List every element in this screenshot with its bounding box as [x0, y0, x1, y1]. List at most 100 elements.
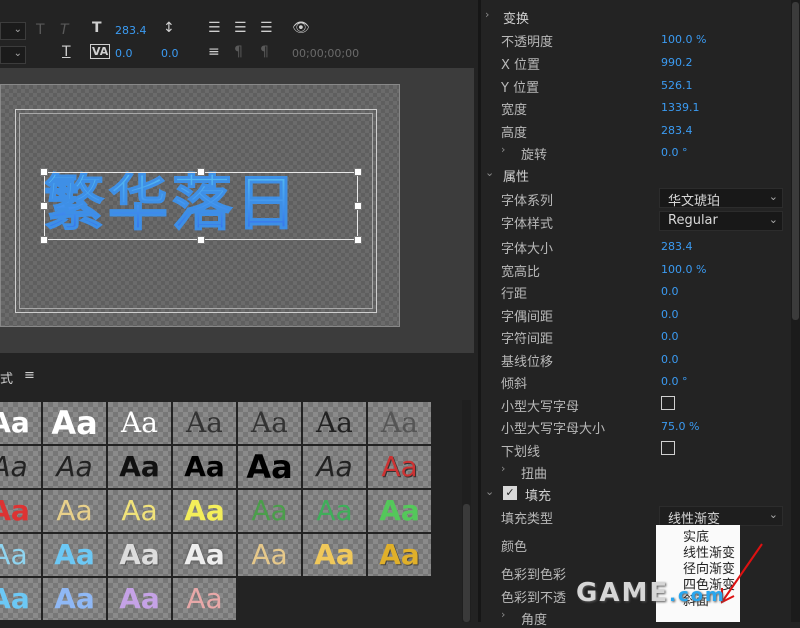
resize-handle[interactable] — [40, 236, 48, 244]
transform-header[interactable]: 变换 — [503, 8, 529, 27]
panel-menu-icon[interactable]: ≡ — [24, 368, 35, 383]
left-panel: ⌄ ⌄ T T T T 283.4 VA 0.0 ↕ 0.0 ☰ ☰ ☰ ≡ ¶… — [0, 0, 478, 622]
style-dropdown[interactable]: ⌄ — [0, 46, 26, 64]
tracking-icon[interactable]: VA — [90, 44, 111, 59]
style-tile[interactable]: Aa — [173, 578, 236, 620]
style-tile[interactable]: Aa — [368, 402, 431, 444]
style-tile[interactable]: Aa — [368, 490, 431, 532]
kerning-row: 字偶间距 0.0 — [501, 308, 679, 325]
style-tile[interactable]: Aa — [238, 490, 301, 532]
rotation-value[interactable]: 0.0 ° — [661, 146, 688, 159]
slant-row: 倾斜 0.0 ° — [501, 375, 688, 392]
baseline-row: 基线位移 0.0 — [501, 353, 679, 370]
font-style-row: 字体样式 Regular ⌄ — [481, 210, 793, 232]
distort-row[interactable]: › 扭曲 — [481, 460, 793, 482]
style-tile[interactable]: Aa — [0, 490, 41, 532]
text-toolbar: ⌄ ⌄ T T T T 283.4 VA 0.0 ↕ 0.0 ☰ ☰ ☰ ≡ ¶… — [0, 0, 478, 68]
kerning-prop-value[interactable]: 0.0 — [661, 308, 679, 321]
font-style-select[interactable]: Regular ⌄ — [659, 211, 783, 231]
style-tile[interactable]: Aa — [43, 446, 106, 488]
underline-checkbox[interactable] — [661, 441, 675, 455]
fill-section: ⌄ ✓ 填充 — [485, 485, 552, 504]
style-tile[interactable]: Aa — [108, 534, 171, 576]
font-family-row: 字体系列 华文琥珀 ⌄ — [481, 187, 793, 209]
font-size-prop-value[interactable]: 283.4 — [661, 240, 693, 253]
style-tile[interactable]: Aa — [173, 402, 236, 444]
font-size-value[interactable]: 283.4 — [115, 24, 147, 37]
eye-icon[interactable]: 👁 — [292, 20, 310, 36]
align-right-icon[interactable]: ☰ — [260, 20, 273, 36]
opacity-value[interactable]: 100.0 % — [661, 33, 706, 46]
y-position-value[interactable]: 526.1 — [661, 79, 693, 92]
underline-row: 下划线 — [481, 438, 793, 460]
x-position-value[interactable]: 990.2 — [661, 56, 693, 69]
style-tile[interactable]: Aa — [43, 578, 106, 620]
style-tile[interactable]: Aa — [238, 402, 301, 444]
smallcaps-size-value[interactable]: 75.0 % — [661, 420, 699, 433]
style-tile[interactable]: Aa — [173, 534, 236, 576]
style-tile[interactable]: Aa — [108, 578, 171, 620]
resize-handle[interactable] — [354, 202, 362, 210]
smallcaps-checkbox[interactable] — [661, 396, 675, 410]
resize-handle[interactable] — [40, 168, 48, 176]
width-value[interactable]: 1339.1 — [661, 101, 700, 114]
aspect-value[interactable]: 100.0 % — [661, 263, 706, 276]
justify-icon[interactable]: ≡ — [208, 44, 220, 60]
style-tile[interactable]: Aa — [43, 534, 106, 576]
paragraph-left-icon[interactable]: ¶ — [234, 44, 243, 60]
properties-panel: › 变换 不透明度 100.0 % X 位置 990.2 Y 位置 526.1 宽度 13… — [478, 0, 800, 628]
resize-handle[interactable] — [354, 236, 362, 244]
style-tile[interactable]: Aa — [108, 490, 171, 532]
style-tile[interactable]: Aa — [368, 534, 431, 576]
style-tile[interactable]: Aa — [303, 402, 366, 444]
style-tile[interactable]: Aa — [303, 446, 366, 488]
bold-icon[interactable]: T — [36, 22, 45, 38]
styles-scrollbar[interactable] — [462, 400, 471, 622]
properties-scrollbar[interactable] — [791, 0, 800, 622]
fill-checkbox[interactable]: ✓ — [503, 486, 517, 500]
fill-header[interactable]: 填充 — [525, 485, 551, 504]
height-value[interactable]: 283.4 — [661, 124, 693, 137]
italic-icon[interactable]: T — [60, 22, 69, 38]
style-tile[interactable]: Aa — [43, 402, 106, 444]
tracking-value[interactable]: 0.0 — [115, 47, 133, 60]
baseline-value[interactable]: 0.0 — [661, 353, 679, 366]
style-tile[interactable]: Aa — [303, 490, 366, 532]
leading-icon[interactable]: ↕ — [163, 20, 175, 36]
style-tile[interactable]: Aa — [238, 446, 301, 488]
title-styles-header: 式 ≡ — [0, 366, 478, 388]
resize-handle[interactable] — [197, 236, 205, 244]
style-tile[interactable]: Aa — [43, 490, 106, 532]
style-tile[interactable]: Aa — [173, 446, 236, 488]
style-tile[interactable]: Aa — [173, 490, 236, 532]
style-tile[interactable]: Aa — [238, 534, 301, 576]
tracking-prop-value[interactable]: 0.0 — [661, 330, 679, 343]
fill-type-select[interactable]: 线性渐变 ⌄ — [659, 506, 783, 527]
slant-value[interactable]: 0.0 ° — [661, 375, 688, 388]
aspect-row: 宽高比 100.0 % — [501, 263, 707, 280]
style-tile[interactable]: Aa — [0, 402, 41, 444]
resize-handle[interactable] — [354, 168, 362, 176]
resize-handle[interactable] — [197, 168, 205, 176]
align-left-icon[interactable]: ☰ — [208, 20, 221, 36]
leading-value[interactable]: 0.0 — [661, 285, 679, 298]
width-row: 宽度 1339.1 — [501, 101, 700, 118]
style-tile[interactable]: Aa — [368, 446, 431, 488]
font-family-select[interactable]: 华文琥珀 ⌄ — [659, 188, 783, 209]
style-tile[interactable]: Aa — [0, 534, 41, 576]
attributes-header[interactable]: 属性 — [503, 166, 529, 185]
underline-icon[interactable]: T — [62, 44, 71, 60]
style-tile[interactable]: Aa — [0, 446, 41, 488]
font-dropdown[interactable]: ⌄ — [0, 22, 26, 40]
style-tile[interactable]: Aa — [0, 578, 41, 620]
style-tile[interactable]: Aa — [108, 446, 171, 488]
style-tile[interactable]: Aa — [108, 402, 171, 444]
resize-handle[interactable] — [40, 202, 48, 210]
selection-box[interactable] — [44, 172, 358, 240]
paragraph-right-icon[interactable]: ¶ — [260, 44, 269, 60]
kerning-value[interactable]: 0.0 — [161, 47, 179, 60]
style-tile[interactable]: Aa — [303, 534, 366, 576]
styles-grid: Aa Aa Aa Aa Aa Aa Aa AaA aA aA aA aA aA aA aA aA aA aA aA a… — [0, 402, 431, 622]
font-size-icon[interactable]: T — [92, 20, 102, 36]
align-center-icon[interactable]: ☰ — [234, 20, 247, 36]
